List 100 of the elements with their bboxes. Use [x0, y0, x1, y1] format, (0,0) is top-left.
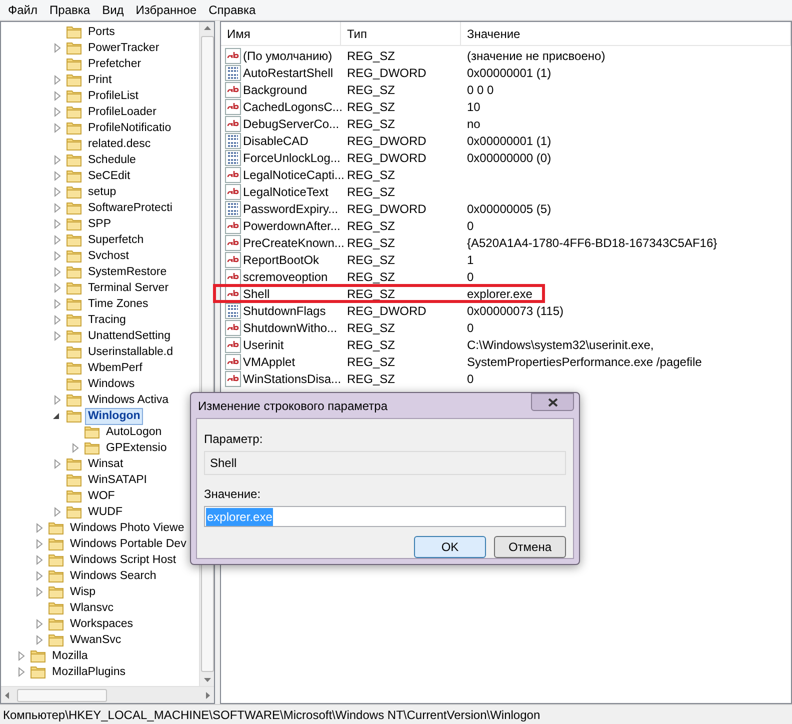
ok-button[interactable]: OK — [414, 536, 486, 558]
scroll-down-icon[interactable] — [204, 678, 210, 682]
tree-item[interactable]: WwanSvc — [67, 632, 124, 648]
tree-item[interactable]: Print — [85, 72, 115, 88]
tree-item[interactable]: PowerTracker — [85, 40, 162, 56]
tree-item[interactable]: WinSATAPI — [85, 472, 150, 488]
value-data: (значение не присвоено) — [466, 48, 606, 62]
value-type: REG_DWORD — [346, 134, 428, 148]
folder-icon — [66, 25, 82, 39]
column-header[interactable]: Имя — [221, 22, 341, 45]
tree-item[interactable]: Windows Activa — [85, 392, 172, 408]
value-name[interactable]: CachedLogonsC... — [243, 100, 342, 114]
tree-item[interactable]: AutoLogon — [103, 424, 165, 440]
menu-item[interactable]: Вид — [96, 1, 130, 19]
tree-item[interactable]: SoftwareProtecti — [85, 200, 176, 216]
scroll-up-icon[interactable] — [204, 26, 210, 30]
value-name[interactable]: DebugServerCo... — [243, 116, 340, 130]
tree-item[interactable]: WUDF — [85, 504, 126, 520]
tree-item[interactable]: Wlansvc — [67, 600, 116, 616]
tree-item[interactable]: Ports — [85, 24, 118, 40]
folder-icon — [66, 473, 82, 487]
tree-item[interactable]: WOF — [85, 488, 118, 504]
horizontal-scrollbar[interactable] — [1, 686, 214, 703]
value-name[interactable]: AutoRestartShell — [243, 66, 334, 80]
value-name[interactable]: PasswordExpiry... — [243, 202, 338, 216]
tree-item[interactable]: Time Zones — [85, 296, 152, 312]
tree-item[interactable]: Windows Photo Viewe — [67, 520, 188, 536]
tree-item[interactable]: Svchost — [85, 248, 132, 264]
tree-item[interactable]: UnattendSetting — [85, 328, 174, 344]
selected-text: explorer.exe — [206, 508, 274, 526]
value-type: REG_SZ — [346, 184, 396, 198]
tree-item[interactable]: MozillaPlugins — [49, 664, 129, 680]
tree-item[interactable]: Wisp — [67, 584, 99, 600]
scroll-left-icon[interactable] — [5, 692, 9, 698]
tree-item[interactable]: Schedule — [85, 152, 139, 168]
value-name[interactable]: LegalNoticeCapti... — [243, 168, 344, 182]
value-type: REG_SZ — [346, 372, 396, 386]
value-name[interactable]: LegalNoticeText — [243, 184, 328, 198]
tree-item[interactable]: Userinstallable.d — [85, 344, 176, 360]
tree-item[interactable]: ProfileList — [85, 88, 142, 104]
value-name[interactable]: scremoveoption — [243, 270, 328, 284]
menu-item[interactable]: Правка — [44, 1, 96, 19]
value-name[interactable]: Userinit — [243, 338, 284, 352]
tree-item[interactable]: Winsat — [85, 456, 126, 472]
tree-item[interactable]: Windows Script Host — [67, 552, 180, 568]
status-path: Компьютер\HKEY_LOCAL_MACHINE\SOFTWARE\Microsoft\Windows NT\CurrentVersion\Winlogon — [3, 706, 540, 724]
menu-item[interactable]: Файл — [2, 1, 44, 19]
value-data: 0 — [466, 320, 474, 334]
value-name[interactable]: DisableCAD — [243, 134, 308, 148]
menu-item[interactable]: Избранное — [130, 1, 203, 19]
string-value-icon — [225, 82, 241, 98]
value-name[interactable]: VMApplet — [243, 354, 296, 368]
tree-item[interactable]: ProfileLoader — [85, 104, 160, 120]
folder-icon — [66, 57, 82, 71]
tree-item[interactable]: ProfileNotificatio — [85, 120, 174, 136]
string-value-icon — [225, 320, 241, 336]
tree-item[interactable]: SystemRestore — [85, 264, 170, 280]
tree-item[interactable]: Superfetch — [85, 232, 147, 248]
tree-item[interactable]: WbemPerf — [85, 360, 146, 376]
value-data: 0x00000000 (0) — [466, 150, 552, 164]
value-name[interactable]: Background — [243, 82, 308, 96]
value-name[interactable]: ShutdownWitho... — [243, 320, 338, 334]
tree-item[interactable]: Winlogon — [85, 408, 144, 424]
value-data: 0x00000005 (5) — [466, 202, 552, 216]
tree-item[interactable]: Windows Portable Dev — [67, 536, 190, 552]
string-value-icon — [225, 252, 241, 268]
value-name[interactable]: Shell — [243, 286, 270, 300]
value-type: REG_DWORD — [346, 304, 428, 318]
tree-item[interactable]: SPP — [85, 216, 114, 232]
tree-item[interactable]: SeCEdit — [85, 168, 134, 184]
tree-item[interactable]: related.desc — [85, 136, 154, 152]
value-name[interactable]: ReportBootOk — [243, 252, 320, 266]
value-type: REG_SZ — [346, 116, 396, 130]
folder-icon — [66, 329, 82, 343]
folder-icon — [66, 489, 82, 503]
string-value-icon — [225, 336, 241, 352]
value-data: 10 — [466, 100, 480, 114]
menu-item[interactable]: Справка — [202, 1, 262, 19]
tree-item[interactable]: Prefetcher — [85, 56, 144, 72]
string-value-icon — [225, 98, 241, 114]
tree-item[interactable]: Tracing — [85, 312, 129, 328]
tree-item[interactable]: Windows Search — [67, 568, 160, 584]
tree-item[interactable]: Terminal Server — [85, 280, 172, 296]
value-name[interactable]: ForceUnlockLog... — [243, 150, 340, 164]
value-name[interactable]: (По умолчанию) — [243, 48, 332, 62]
scroll-right-icon[interactable] — [206, 692, 210, 698]
column-header[interactable]: Тип — [341, 22, 461, 45]
tree-item[interactable]: GPExtensio — [103, 440, 170, 456]
tree-item[interactable]: Mozilla — [49, 648, 91, 664]
tree-item[interactable]: Windows — [85, 376, 138, 392]
value-name[interactable]: ShutdownFlags — [243, 304, 326, 318]
tree-item[interactable]: setup — [85, 184, 120, 200]
column-header[interactable]: Значение — [461, 22, 791, 45]
value-type: REG_SZ — [346, 338, 396, 352]
value-name[interactable]: WinStationsDisa... — [243, 372, 342, 386]
tree-item[interactable]: Workspaces — [67, 616, 136, 632]
value-name[interactable]: PreCreateKnown... — [243, 236, 344, 250]
close-button[interactable] — [531, 393, 574, 411]
cancel-button[interactable]: Отмена — [494, 536, 566, 558]
value-name[interactable]: PowerdownAfter... — [243, 218, 340, 232]
